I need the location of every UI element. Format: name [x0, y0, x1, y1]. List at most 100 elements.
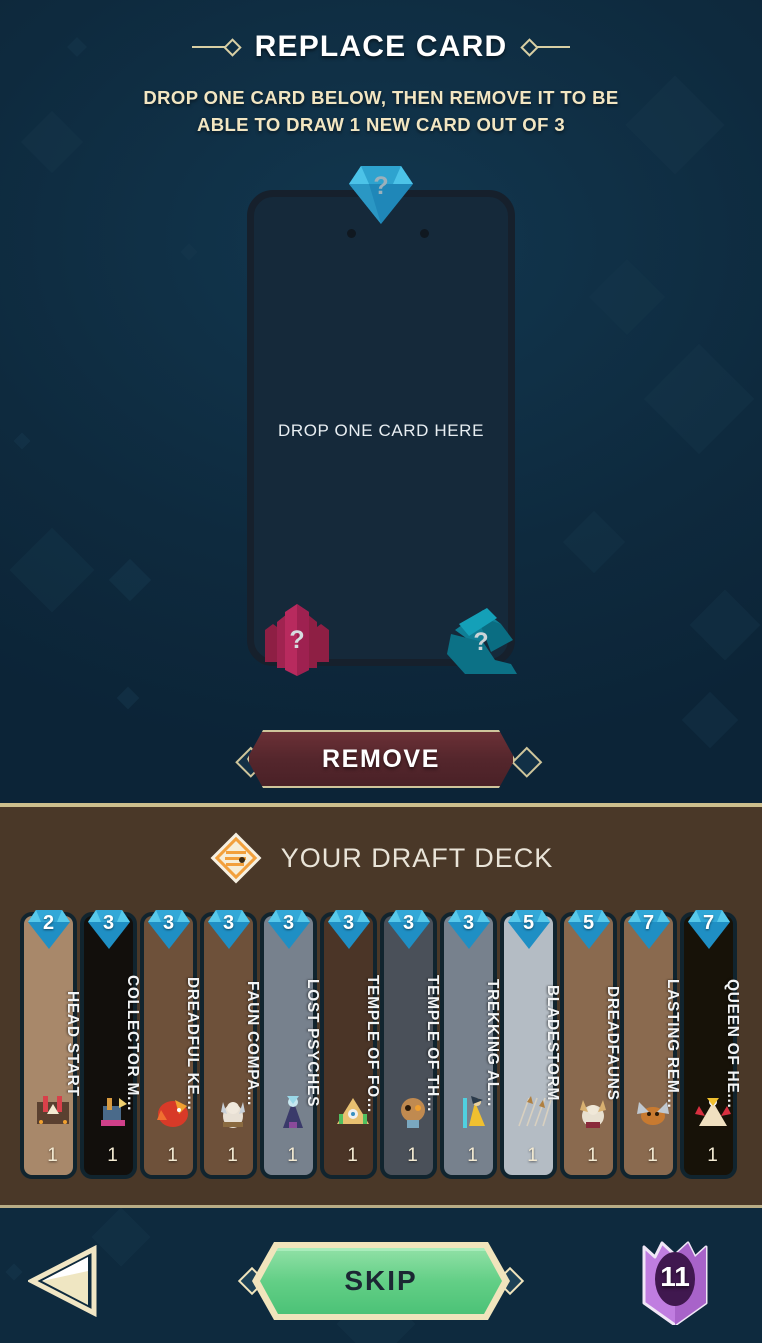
deck-card[interactable]: 2 HEAD START 1: [20, 910, 81, 1179]
decoration-bar: [536, 46, 571, 48]
card-art-icon: [573, 1091, 613, 1133]
deck-card[interactable]: 7 LASTING REM... 1: [620, 910, 681, 1179]
card-cost-value: 3: [222, 912, 235, 934]
skip-button-label: SKIP: [344, 1265, 418, 1296]
card-cost-gem-icon: 3: [327, 910, 370, 949]
skip-button[interactable]: SKIP: [237, 1242, 525, 1320]
card-cost-gem-icon: 5: [567, 910, 610, 949]
bg-diamond: [689, 589, 761, 661]
card-count: 1: [467, 1145, 478, 1166]
card-cost-value: 3: [342, 912, 355, 934]
deck-card[interactable]: 3 TEMPLE OF TH... 1: [380, 910, 441, 1179]
drop-zone-frame: DROP ONE CARD HERE: [247, 190, 515, 666]
card-count: 1: [167, 1145, 178, 1166]
bg-diamond: [643, 343, 755, 455]
skip-button-body: SKIP: [252, 1242, 510, 1320]
page-title: REPLACE CARD: [254, 30, 508, 63]
deck-card[interactable]: 3 COLLECTOR M... 1: [80, 910, 141, 1179]
decoration-bar: [191, 46, 226, 48]
draft-deck-panel: YOUR DRAFT DECK 2 HEAD START 1 3 COLLECTOR M…: [0, 803, 762, 1208]
deck-card[interactable]: 7 QUEEN OF HE... 1: [680, 910, 741, 1179]
page-title-row: REPLACE CARD: [0, 26, 762, 68]
gem-badge-icon: ?: [349, 166, 413, 224]
card-count: 1: [527, 1145, 538, 1166]
bg-diamond: [9, 527, 95, 613]
drop-zone-dot: [347, 229, 356, 238]
card-cost-value: 7: [702, 912, 715, 934]
bg-diamond: [5, 1263, 23, 1281]
instruction-line-1: DROP ONE CARD BELOW, THEN REMOVE IT TO B…: [143, 87, 619, 108]
remove-button-body: REMOVE: [247, 730, 515, 788]
bg-diamond: [562, 510, 626, 574]
rank-badge-value: 11: [660, 1261, 690, 1292]
card-cost-value: 3: [162, 912, 175, 934]
deck-card[interactable]: 3 TREKKING AL... 1: [440, 910, 501, 1179]
card-art-icon: [453, 1091, 493, 1133]
card-cost-gem-icon: 3: [87, 910, 130, 949]
card-cost-gem-icon: 3: [387, 910, 430, 949]
deck-header: YOUR DRAFT DECK: [0, 829, 762, 887]
deck-card[interactable]: 3 DREADFUL KE... 1: [140, 910, 201, 1179]
instruction-text: DROP ONE CARD BELOW, THEN REMOVE IT TO B…: [0, 84, 762, 138]
card-count: 1: [587, 1145, 598, 1166]
bg-diamond: [108, 558, 152, 602]
card-count: 1: [287, 1145, 298, 1166]
card-art-icon: [273, 1091, 313, 1133]
card-cost-gem-icon: 3: [447, 910, 490, 949]
card-cost-gem-icon: 2: [27, 910, 70, 949]
bg-diamond: [116, 686, 140, 710]
deck-card[interactable]: 3 FAUN COMPA... 1: [200, 910, 261, 1179]
deck-card[interactable]: 5 DREADFAUNS 1: [560, 910, 621, 1179]
card-cost-gem-icon: 5: [507, 910, 550, 949]
card-art-icon: [213, 1091, 253, 1133]
card-cost-value: 3: [462, 912, 475, 934]
deck-card[interactable]: 5 BLADESTORM 1: [500, 910, 561, 1179]
card-art-icon: [633, 1091, 673, 1133]
decoration-diamond-icon: [520, 37, 540, 57]
card-art-icon: [693, 1091, 733, 1133]
card-count: 1: [707, 1145, 718, 1166]
card-cost-value: 3: [102, 912, 115, 934]
remove-button[interactable]: REMOVE: [232, 730, 543, 788]
card-cost-gem-icon: 3: [207, 910, 250, 949]
top-section: REPLACE CARD DROP ONE CARD BELOW, THEN R…: [0, 0, 762, 803]
remove-button-cap-right: [511, 746, 543, 778]
card-count: 1: [227, 1145, 238, 1166]
drop-zone-label: DROP ONE CARD HERE: [277, 421, 485, 440]
card-art-icon: [393, 1091, 433, 1133]
card-cost-gem-icon: 7: [627, 910, 670, 949]
card-cost-gem-icon: 3: [147, 910, 190, 949]
troop-placeholder-icon: ?: [255, 604, 339, 676]
card-cost-value: 7: [642, 912, 655, 934]
svg-text:?: ?: [473, 628, 488, 656]
bg-diamond: [588, 258, 666, 336]
rank-badge[interactable]: 11: [638, 1233, 712, 1327]
card-count: 1: [407, 1145, 418, 1166]
card-count: 1: [347, 1145, 358, 1166]
deck-card-list: 2 HEAD START 1 3 COLLECTOR M... 1 3 DREADFUL KE…: [20, 910, 742, 1182]
card-cost-value: 5: [522, 912, 535, 934]
deck-diamond-icon: [209, 831, 263, 885]
back-arrow-icon[interactable]: [26, 1244, 106, 1318]
card-art-icon: [93, 1091, 133, 1133]
card-art-icon: [333, 1091, 373, 1133]
deck-title: YOUR DRAFT DECK: [280, 842, 554, 873]
deck-card[interactable]: 3 TEMPLE OF FO... 1: [320, 910, 381, 1179]
card-cost-gem-icon: 3: [267, 910, 310, 949]
title-decoration-right: [520, 37, 571, 57]
card-count: 1: [647, 1145, 658, 1166]
remove-button-label: REMOVE: [322, 744, 440, 773]
card-drop-zone[interactable]: DROP ONE CARD HERE ? ? ?: [247, 166, 517, 676]
card-cost-gem-icon: 7: [687, 910, 730, 949]
decoration-diamond-icon: [222, 37, 242, 57]
card-cost-value: 3: [402, 912, 415, 934]
card-art-icon: [513, 1091, 553, 1133]
deck-card[interactable]: 3 LOST PSYCHES 1: [260, 910, 321, 1179]
card-cost-value: 2: [42, 912, 55, 934]
card-count: 1: [47, 1145, 58, 1166]
card-art-icon: [33, 1091, 73, 1133]
card-count: 1: [107, 1145, 118, 1166]
bg-diamond: [13, 432, 31, 450]
card-cost-value: 3: [282, 912, 295, 934]
boot-placeholder-icon: ?: [439, 606, 531, 678]
